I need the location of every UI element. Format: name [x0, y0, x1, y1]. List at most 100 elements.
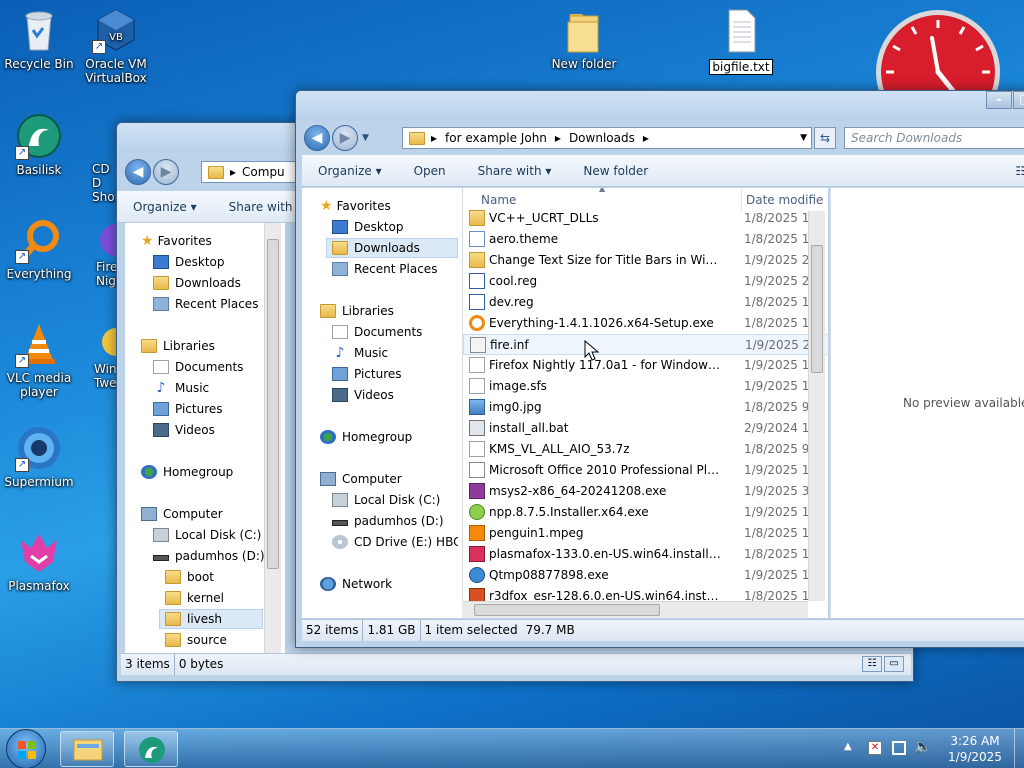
rename-textbox[interactable]: bigfile.txt [709, 59, 773, 75]
desktop-icon-firefox-nightly[interactable]: Firef Nigh [78, 220, 118, 288]
nav-pictures[interactable]: Pictures [332, 364, 402, 384]
recent-pages-chevron-icon[interactable]: ▼ [362, 133, 369, 143]
network-tray-icon[interactable] [892, 741, 906, 755]
file-row[interactable]: msys2-x86_64-20241208.exe 1/9/2025 3:23 [463, 481, 828, 502]
nav-computer[interactable]: Computer [141, 504, 223, 524]
search-input[interactable]: Search Downloads [844, 127, 1024, 149]
file-row[interactable]: img0.jpg 1/8/2025 9:41 [463, 397, 828, 418]
file-row[interactable]: Everything-1.4.1.1026.x64-Setup.exe 1/8/2… [463, 313, 828, 334]
title-bar[interactable]: – □ [296, 91, 1024, 121]
show-desktop-button[interactable] [1014, 729, 1024, 768]
file-row[interactable]: Change Text Size for Title Bars in Windo… [463, 250, 828, 271]
nav-source[interactable]: source [165, 630, 227, 650]
file-row[interactable]: aero.theme 1/8/2025 11:2 [463, 229, 828, 250]
desktop-icon-basilisk[interactable]: ↗ Basilisk [1, 112, 77, 177]
file-row[interactable]: Qtmp08877898.exe 1/9/2025 1:38 [463, 565, 828, 586]
nav-music[interactable]: ♪ Music [153, 378, 210, 398]
organize-button[interactable]: Organize ▾ [117, 200, 213, 214]
nav-downloads[interactable]: Downloads [326, 238, 458, 258]
file-list-hscrollbar[interactable] [462, 601, 808, 618]
back-button[interactable]: ◀ [304, 125, 330, 151]
nav-downloads[interactable]: Downloads [153, 273, 241, 293]
desktop-icon-supermium[interactable]: ↗ Supermium [1, 424, 77, 489]
file-row[interactable]: VC++_UCRT_DLLs 1/8/2025 10:2 [463, 208, 828, 229]
file-row[interactable]: Microsoft Office 2010 Professional Plus … [463, 460, 828, 481]
desktop-icon-winaero-tweaker[interactable]: Wina Twea [78, 322, 118, 390]
details-view-button[interactable]: ☷ [862, 656, 882, 672]
file-row[interactable]: cool.reg 1/9/2025 2:57 [463, 271, 828, 292]
nav-kernel[interactable]: kernel [165, 588, 224, 608]
nav-padumhos[interactable]: padumhos (D:) [153, 546, 265, 566]
view-options-icon[interactable]: ☷ ▾ [1009, 164, 1024, 178]
nav-network[interactable]: Network [320, 574, 392, 594]
file-list-scrollbar[interactable] [808, 211, 825, 601]
volume-icon[interactable]: 🔈 [914, 739, 931, 755]
scrollbar-thumb[interactable] [811, 245, 823, 373]
file-row[interactable]: install_all.bat 2/9/2024 12:3 [463, 418, 828, 439]
scrollbar-thumb[interactable] [474, 604, 660, 616]
explorer-window-downloads[interactable]: – □ ◀ ▶ ▼ ▸ for example John ▸ Downloads… [295, 90, 1024, 648]
refresh-button[interactable]: ⇆ [814, 127, 836, 149]
desktop-icon-vlc[interactable]: ↗ VLC media player [1, 320, 77, 399]
back-button[interactable]: ◀ [125, 159, 151, 185]
forward-button[interactable]: ▶ [332, 125, 358, 151]
breadcrumb-computer[interactable]: Compu [242, 165, 285, 179]
nav-recent-places[interactable]: Recent Places [332, 259, 437, 279]
new-folder-button[interactable]: New folder [567, 164, 664, 178]
taskbar-basilisk-button[interactable] [124, 731, 178, 767]
clock-gadget[interactable] [874, 8, 1000, 100]
show-hidden-icons-button[interactable]: ▲ [844, 741, 852, 752]
desktop-icon-bigfile[interactable]: bigfile.txt [703, 6, 779, 75]
nav-pane-scrollbar[interactable] [264, 223, 281, 653]
file-row[interactable]: KMS_VL_ALL_AIO_53.7z 1/8/2025 9:38 [463, 439, 828, 460]
file-row[interactable]: penguin1.mpeg 1/8/2025 10:3 [463, 523, 828, 544]
minimize-button[interactable]: – [986, 91, 1012, 109]
nav-videos[interactable]: Videos [332, 385, 394, 405]
taskbar-explorer-button[interactable] [60, 731, 114, 767]
nav-videos[interactable]: Videos [153, 420, 215, 440]
file-row[interactable]: plasmafox-133.0.en-US.win64.installer.ex… [463, 544, 828, 565]
nav-homegroup[interactable]: Homegroup [141, 462, 233, 482]
action-center-icon[interactable]: ✕ [868, 741, 882, 755]
nav-cd-drive[interactable]: CD Drive (E:) HBCD_ [332, 532, 458, 552]
desktop-icon-new-folder[interactable]: New folder [546, 6, 622, 71]
forward-button[interactable]: ▶ [153, 159, 179, 185]
nav-documents[interactable]: Documents [332, 322, 422, 342]
maximize-button[interactable]: □ [1013, 91, 1024, 109]
nav-livesh[interactable]: livesh [159, 609, 263, 629]
start-button[interactable] [6, 729, 46, 768]
desktop-icon-recycle-bin[interactable]: Recycle Bin [1, 6, 77, 71]
nav-favorites[interactable]: ★ Favorites [141, 231, 212, 251]
nav-homegroup[interactable]: Homegroup [320, 427, 412, 447]
organize-button[interactable]: Organize ▾ [302, 164, 398, 178]
desktop-icon-virtualbox[interactable]: VB ↗ Oracle VM VirtualBox [78, 6, 154, 85]
address-dropdown-icon[interactable]: ▼ [800, 133, 807, 143]
desktop-icon-plasmafox[interactable]: Plasmafox [1, 528, 77, 593]
nav-computer[interactable]: Computer [320, 469, 402, 489]
nav-local-disk[interactable]: Local Disk (C:) [153, 525, 261, 545]
nav-libraries[interactable]: Libraries [320, 301, 394, 321]
nav-pictures[interactable]: Pictures [153, 399, 223, 419]
address-bar[interactable]: ▸ for example John ▸ Downloads ▸ ▼ [402, 127, 812, 149]
nav-local-disk[interactable]: Local Disk (C:) [332, 490, 440, 510]
system-clock[interactable]: 3:26 AM 1/9/2025 [940, 733, 1010, 765]
desktop-icon-cd-drive-shortcut[interactable]: CD D Shor [78, 130, 118, 204]
share-with-button[interactable]: Share with ▾ [462, 164, 568, 178]
nav-boot[interactable]: boot [165, 567, 214, 587]
nav-documents[interactable]: Documents [153, 357, 243, 377]
nav-desktop[interactable]: Desktop [153, 252, 225, 272]
desktop-icon-everything[interactable]: ↗ Everything [1, 216, 77, 281]
nav-desktop[interactable]: Desktop [332, 217, 404, 237]
file-row[interactable]: fire.inf 1/9/2025 2:32 [463, 334, 828, 355]
file-row[interactable]: dev.reg 1/8/2025 11:5 [463, 292, 828, 313]
nav-music[interactable]: ♪ Music [332, 343, 389, 363]
preview-view-button[interactable]: ▭ [884, 656, 904, 672]
nav-padumhos[interactable]: padumhos (D:) [332, 511, 444, 531]
nav-recent-places[interactable]: Recent Places [153, 294, 258, 314]
file-row[interactable]: image.sfs 1/9/2025 1:08 [463, 376, 828, 397]
breadcrumb-downloads[interactable]: Downloads [569, 131, 635, 145]
nav-libraries[interactable]: Libraries [141, 336, 215, 356]
nav-favorites[interactable]: ★ Favorites [320, 196, 391, 216]
file-row[interactable]: Firefox Nightly 117.0a1 - for Windows 7 … [463, 355, 828, 376]
scrollbar-thumb[interactable] [267, 239, 279, 569]
